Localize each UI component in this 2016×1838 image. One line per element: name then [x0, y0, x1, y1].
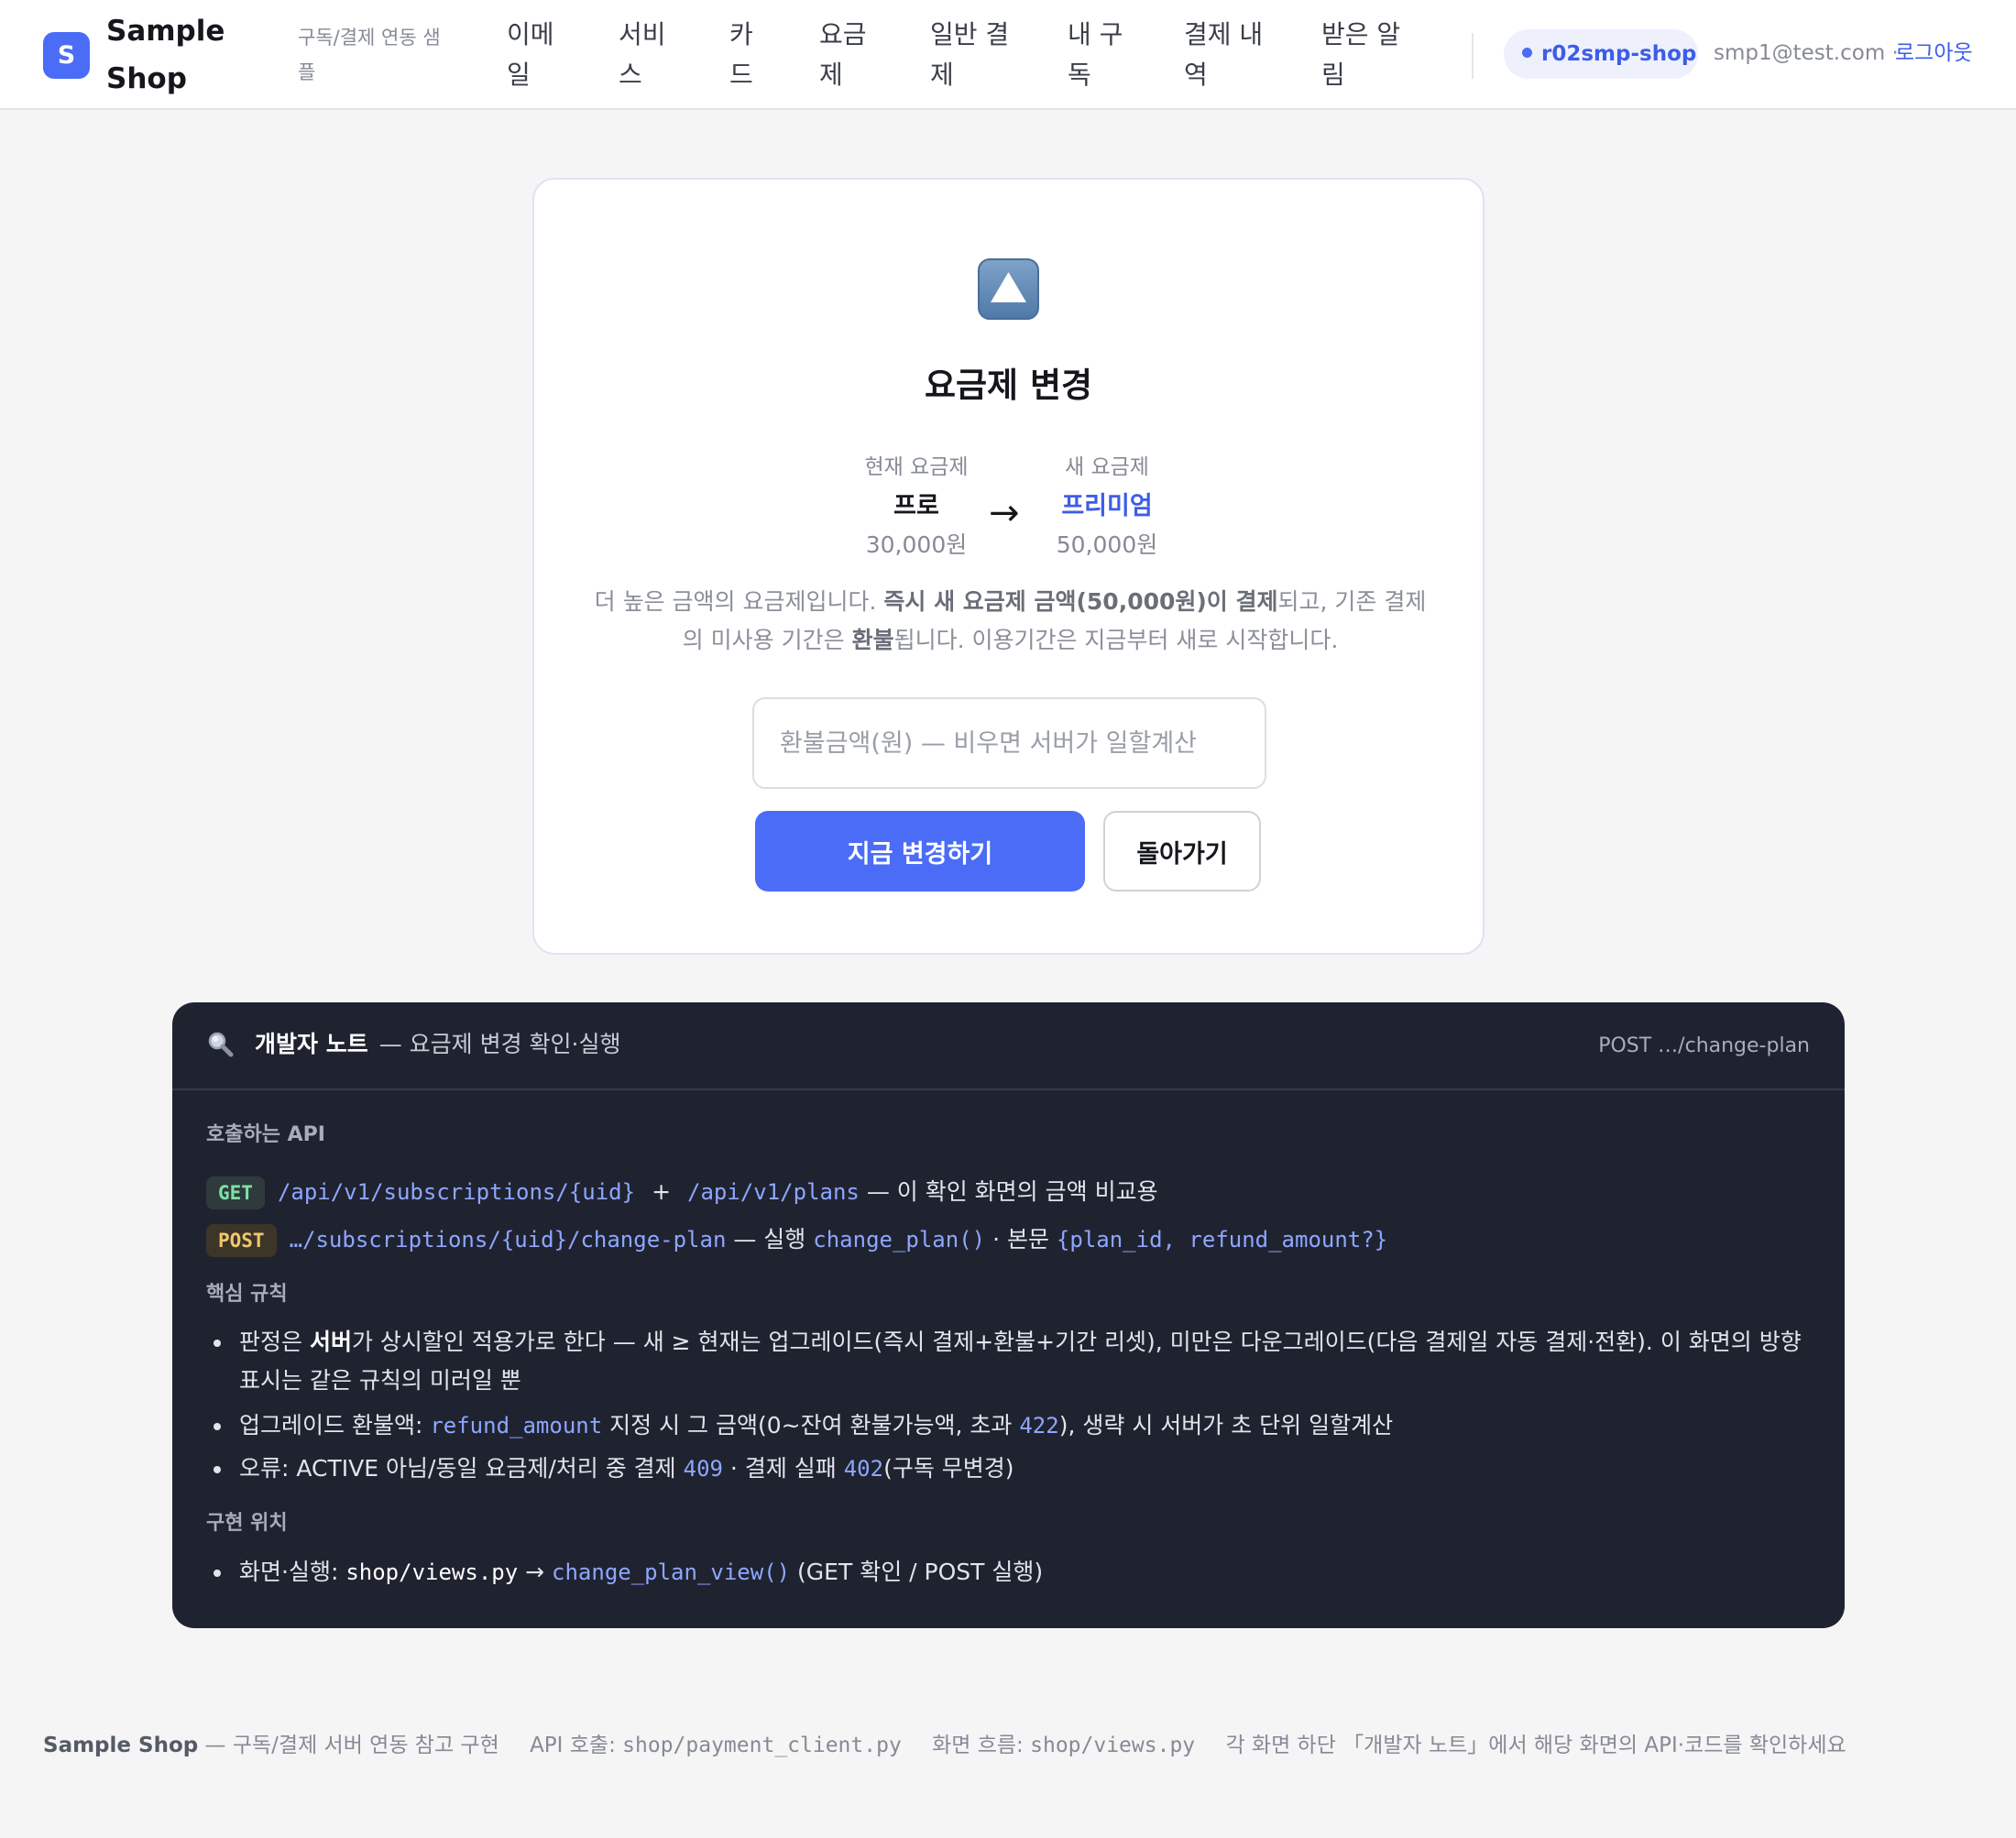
footer-brand: Sample Shop — 구독/결제 서버 연동 참고 구현 [43, 1734, 499, 1757]
footer-hint: 각 화면 하단 「개발자 노트」에서 해당 화면의 API·코드를 확인하세요 [1225, 1734, 1846, 1757]
post-method-badge: POST [206, 1224, 277, 1257]
api-line-get: GET/api/v1/subscriptions/{uid} +/api/v1/p… [206, 1174, 1158, 1210]
brand-tagline: 구독/결제 연동 샘플 [298, 27, 441, 83]
rule-item: 오류: ACTIVE 아님/동일 요금제/처리 중 결제 409 · 결제 실패… [206, 1450, 1819, 1488]
api-body: {plan_id, refund_amount?} [1056, 1227, 1388, 1253]
nav-item-alerts[interactable]: 받은 알림 [1321, 15, 1413, 95]
developer-note-endpoint: POST …/change-plan [1598, 1034, 1810, 1057]
back-button[interactable]: 돌아가기 [1103, 811, 1261, 892]
api-note: — 실행 [733, 1226, 806, 1253]
rule-item: 판정은 서버가 상시할인 적용가로 한다 — 새 ≥ 현재는 업그레이드(즉시 … [206, 1323, 1819, 1400]
footer-flow-info: 화면 흐름: shop/views.py [932, 1734, 1196, 1757]
nav-item-payment-history[interactable]: 결제 내역 [1184, 15, 1276, 95]
change-now-button[interactable]: 지금 변경하기 [755, 811, 1085, 892]
current-plan-label: 현재 요금제 [864, 455, 969, 479]
logout-link[interactable]: 로그아웃 [1895, 37, 1973, 70]
api-line-post: POST …/subscriptions/{uid}/change-plan — … [206, 1221, 1387, 1258]
api-path: /api/v1/plans [687, 1179, 860, 1205]
up-triangle-icon [978, 258, 1039, 320]
nav-item-email[interactable]: 이메일 [507, 15, 571, 95]
developer-note-title: 개발자 노트 — 요금제 변경 확인·실행 [255, 1031, 621, 1057]
shop-badge: r02smp-shop [1504, 29, 1698, 79]
api-note: — 이 확인 화면의 금액 비교용 [866, 1178, 1158, 1205]
api-path: …/subscriptions/{uid}/change-plan [289, 1227, 727, 1253]
api-function: change_plan() [813, 1227, 986, 1253]
get-method-badge: GET [206, 1176, 265, 1209]
developer-note-panel: 개발자 노트 — 요금제 변경 확인·실행 POST …/change-plan … [172, 1002, 1845, 1628]
implementation-item: 화면·실행: shop/views.py → change_plan_view(… [206, 1553, 1819, 1592]
change-plan-card: 요금제 변경 현재 요금제 프로 30,000원 → 새 요금제 프리미엄 50… [532, 178, 1485, 955]
new-plan: 새 요금제 프리미엄 50,000원 [1006, 452, 1208, 563]
api-path: /api/v1/subscriptions/{uid} [277, 1179, 636, 1205]
api-section-label: 호출하는 API [206, 1123, 325, 1146]
developer-note-header[interactable]: 개발자 노트 — 요금제 변경 확인·실행 POST …/change-plan [172, 1002, 1845, 1090]
user-email: smp1@test.com · [1714, 41, 1899, 65]
status-dot-icon [1522, 48, 1532, 58]
new-plan-label: 새 요금제 [1065, 455, 1149, 479]
page-footer: Sample Shop — 구독/결제 서버 연동 참고 구현 API 호출: … [43, 1727, 1846, 1764]
current-plan-price: 30,000원 [865, 531, 968, 558]
nav-item-payment[interactable]: 일반 결제 [930, 15, 1022, 95]
new-plan-name: 프리미엄 [1061, 492, 1153, 520]
rule-item: 업그레이드 환불액: refund_amount 지정 시 그 금액(0~잔여 … [206, 1406, 1819, 1445]
footer-api-info: API 호출: shop/payment_client.py [530, 1734, 902, 1757]
nav-item-card[interactable]: 카드 [729, 15, 762, 95]
nav-item-service[interactable]: 서비스 [619, 15, 683, 95]
rules-section-label: 핵심 규칙 [206, 1283, 288, 1306]
refund-amount-input[interactable] [752, 697, 1266, 789]
nav-item-my-subscription[interactable]: 내 구독 [1068, 15, 1141, 95]
shop-id: r02smp-shop [1541, 42, 1697, 66]
logo-badge[interactable]: S [43, 32, 90, 79]
nav-divider [1472, 33, 1474, 79]
api-note: · 본문 [992, 1226, 1049, 1253]
page-title: 요금제 변경 [924, 366, 1093, 405]
current-plan-name: 프로 [893, 492, 939, 520]
new-plan-price: 50,000원 [1056, 531, 1158, 558]
plan-change-description: 더 높은 금액의 요금제입니다. 즉시 새 요금제 금액(50,000원)이 결… [594, 588, 1427, 653]
top-header: S Sample Shop 구독/결제 연동 샘플 이메일 서비스 카드 요금제… [0, 0, 2016, 110]
magnifier-icon [208, 1032, 234, 1057]
nav-item-plan[interactable]: 요금제 [819, 15, 883, 95]
implementation-section-label: 구현 위치 [206, 1512, 288, 1535]
current-plan: 현재 요금제 프로 30,000원 [816, 452, 1017, 563]
brand-name[interactable]: Sample Shop [106, 7, 235, 103]
